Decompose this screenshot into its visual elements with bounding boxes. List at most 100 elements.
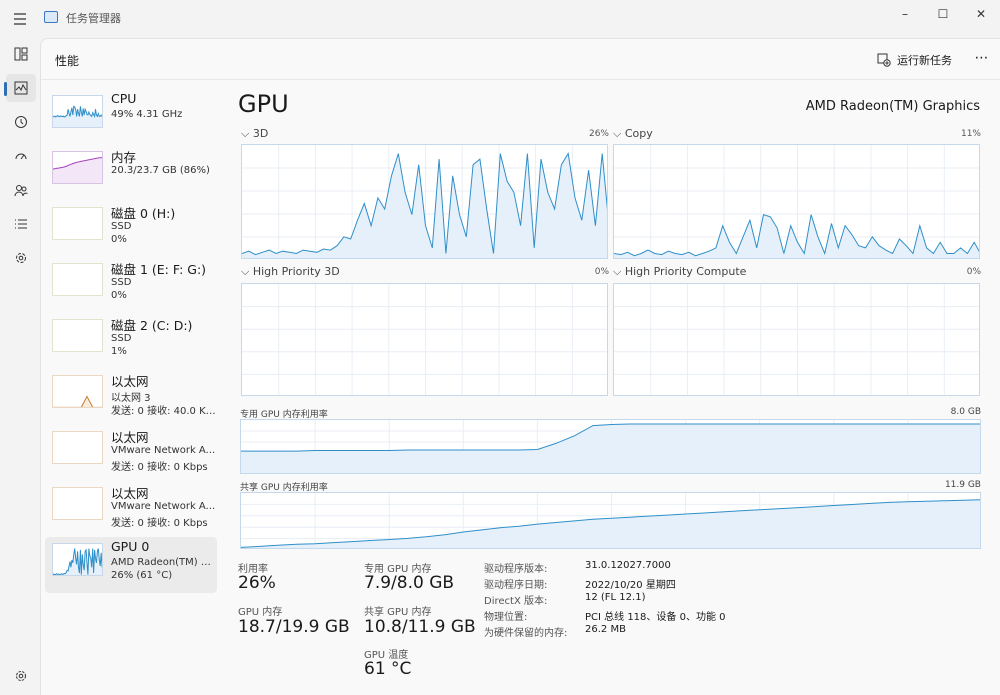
device-cpu[interactable]: CPU 49% 4.31 GHz	[45, 89, 217, 145]
series-line	[53, 395, 102, 407]
page-title: 性能	[55, 54, 80, 68]
series-area	[81, 396, 93, 407]
page-header: 性能 运行新任务 ⋯	[41, 39, 1000, 80]
device-type: SSD	[111, 333, 132, 344]
device-ethernet-1[interactable]: 以太网 以太网 3 发送: 0 接收: 40.0 Kbp	[45, 369, 217, 425]
directx-version-value: 12 (FL 12.1)	[585, 592, 646, 603]
device-thumbnail	[52, 543, 103, 576]
services-icon[interactable]	[6, 244, 36, 272]
device-name: GPU 0	[111, 539, 150, 554]
engine-pct-hpcompute: 0%	[966, 267, 981, 277]
shared-memory-stat-value: 10.8/11.9 GB	[364, 617, 476, 637]
series-area	[53, 157, 102, 183]
chevron-down-icon: ⌵	[613, 127, 625, 140]
chevron-down-icon: ⌵	[613, 265, 625, 278]
more-options-button[interactable]: ⋯	[969, 47, 995, 71]
gpu-memory-label: GPU 内存	[238, 607, 283, 618]
shared-memory-max: 11.9 GB	[944, 480, 981, 490]
device-type: SSD	[111, 277, 132, 288]
engine-selector-3d[interactable]: ⌵ 3D	[241, 127, 268, 141]
chevron-down-icon: ⌵	[241, 265, 253, 278]
device-disk-0[interactable]: 磁盘 0 (H:) SSD 0%	[45, 201, 217, 257]
graph-dedicated-memory	[240, 419, 981, 474]
device-thumbnail	[52, 151, 103, 184]
menu-icon[interactable]	[8, 8, 32, 30]
engine-selector-copy[interactable]: ⌵ Copy	[613, 127, 653, 141]
app-history-icon[interactable]	[6, 108, 36, 136]
device-throughput: 发送: 0 接收: 40.0 Kbp	[111, 406, 217, 417]
title-bar: 任务管理器 – ☐ ✕	[0, 0, 1000, 38]
dedicated-memory-stat-value: 7.9/8.0 GB	[364, 573, 455, 593]
device-disk-1[interactable]: 磁盘 1 (E: F: G:) SSD 0%	[45, 257, 217, 313]
engine-pct-copy: 11%	[960, 129, 981, 139]
device-name: 以太网	[111, 486, 149, 501]
device-adapter: AMD Radeon(TM) G...	[111, 557, 217, 568]
device-detail: 49% 4.31 GHz	[111, 109, 183, 120]
startup-apps-icon[interactable]	[6, 142, 36, 170]
window-title: 任务管理器	[66, 12, 121, 25]
device-list: CPU 49% 4.31 GHz 内存 20.3/23.7 GB (86%) 磁…	[45, 89, 217, 593]
minimize-icon[interactable]: –	[892, 4, 918, 24]
device-throughput: 发送: 0 接收: 0 Kbps	[111, 518, 208, 529]
device-ethernet-3[interactable]: 以太网 VMware Network A... 发送: 0 接收: 0 Kbps	[45, 481, 217, 537]
graph-shared-memory	[240, 492, 981, 549]
device-name: 以太网	[111, 374, 149, 389]
gpu-temperature-value: 61 °C	[364, 659, 412, 679]
graph-3d	[241, 144, 608, 259]
engine-pct-hp3d: 0%	[594, 267, 609, 277]
device-disk-2[interactable]: 磁盘 2 (C: D:) SSD 1%	[45, 313, 217, 369]
close-icon[interactable]: ✕	[968, 4, 994, 24]
device-name: CPU	[111, 91, 137, 106]
device-usage: 1%	[111, 346, 127, 357]
engine-selector-hpcompute[interactable]: ⌵ High Priority Compute	[613, 265, 746, 279]
maximize-icon[interactable]: ☐	[930, 4, 956, 24]
device-ethernet-2[interactable]: 以太网 VMware Network A... 发送: 0 接收: 0 Kbps	[45, 425, 217, 481]
device-name: 磁盘 2 (C: D:)	[111, 318, 193, 333]
gpu-memory-value: 18.7/19.9 GB	[238, 617, 350, 637]
device-adapter: VMware Network A...	[111, 501, 216, 512]
directx-version-key: DirectX 版本:	[484, 596, 548, 607]
device-name: 磁盘 1 (E: F: G:)	[111, 262, 207, 277]
engine-selector-hp3d[interactable]: ⌵ High Priority 3D	[241, 265, 340, 279]
settings-icon[interactable]	[6, 662, 36, 690]
details-icon[interactable]	[6, 210, 36, 238]
device-usage: 26% (61 °C)	[111, 570, 173, 581]
device-thumbnail	[52, 487, 103, 520]
physical-location-value: PCI 总线 118、设备 0、功能 0	[585, 612, 726, 623]
task-manager-app-icon	[44, 11, 58, 23]
driver-date-key: 驱动程序日期:	[484, 580, 548, 591]
device-usage: 0%	[111, 290, 127, 301]
device-thumbnail	[52, 431, 103, 464]
reserved-memory-value: 26.2 MB	[585, 624, 626, 635]
physical-location-key: 物理位置:	[484, 612, 528, 623]
reserved-memory-key: 为硬件保留的内存:	[484, 628, 568, 639]
gpu-heading: GPU	[238, 90, 289, 118]
run-new-task-button[interactable]: 运行新任务	[877, 50, 952, 70]
device-adapter: VMware Network A...	[111, 445, 216, 456]
device-thumbnail	[52, 207, 103, 240]
chevron-down-icon: ⌵	[241, 127, 253, 140]
performance-icon[interactable]	[4, 74, 36, 102]
run-task-label: 运行新任务	[897, 54, 952, 67]
processes-icon[interactable]	[6, 40, 36, 68]
content-panel: 性能 运行新任务 ⋯ CPU 49% 4.31 GHz 内存 20.3/23.7…	[40, 38, 1000, 695]
graph-hp3d	[241, 283, 608, 396]
users-icon[interactable]	[6, 176, 36, 204]
device-name: 磁盘 0 (H:)	[111, 206, 176, 221]
shared-memory-stat-label: 共享 GPU 内存	[364, 607, 432, 618]
device-gpu-0[interactable]: GPU 0 AMD Radeon(TM) G... 26% (61 °C)	[45, 537, 217, 593]
gpu-model: AMD Radeon(TM) Graphics	[805, 99, 980, 114]
device-memory[interactable]: 内存 20.3/23.7 GB (86%)	[45, 145, 217, 201]
dedicated-memory-max: 8.0 GB	[950, 407, 981, 417]
device-throughput: 发送: 0 接收: 0 Kbps	[111, 462, 208, 473]
device-thumbnail	[52, 375, 103, 408]
device-name: 内存	[111, 150, 137, 165]
engine-pct-3d: 26%	[588, 129, 609, 139]
graph-hpcompute	[613, 283, 980, 396]
device-thumbnail	[52, 263, 103, 296]
utilization-value: 26%	[238, 573, 276, 593]
device-detail: 20.3/23.7 GB (86%)	[111, 165, 210, 176]
driver-date-value: 2022/10/20 星期四	[585, 580, 676, 591]
device-thumbnail	[52, 95, 103, 128]
device-thumbnail	[52, 319, 103, 352]
